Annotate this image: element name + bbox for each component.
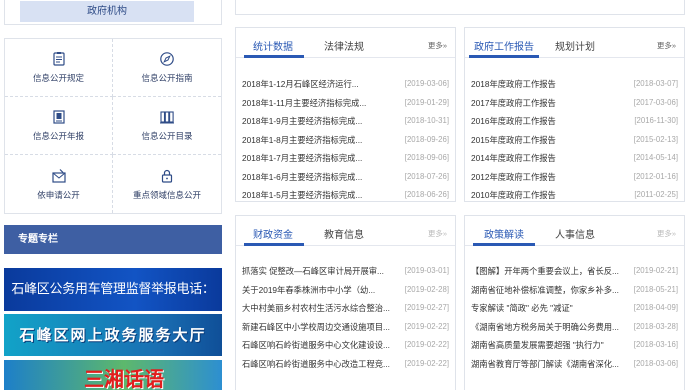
grid-item-label: 信息公开年报 [32, 131, 84, 141]
grid-item-label: 依申请公开 [37, 189, 80, 200]
compass-icon [160, 52, 174, 66]
list-item[interactable]: 2012年度政府工作报告 [2012-01-16] [471, 168, 678, 187]
grid-item-label: 信息公开目录 [141, 131, 193, 141]
lock-icon [161, 169, 173, 183]
list-item[interactable]: 关于2019年春季株洲市中小学（幼... [2019-02-28] [242, 281, 449, 300]
panel-tabs: 政策解读 人事信息 更多» [465, 216, 684, 246]
grid-item-catalog[interactable]: 信息公开目录 [113, 97, 221, 155]
list-item[interactable]: 石峰区响石岭街道服务中心改造工程竞... [2019-02-22] [242, 355, 449, 374]
gov-org-box: 政府机构 [4, 0, 222, 25]
report-icon [52, 110, 65, 124]
list-item[interactable]: 2016年度政府工作报告 [2016-11-30] [471, 112, 678, 131]
tab-statistics[interactable]: 统计数据 [253, 38, 293, 53]
active-tab-indicator [244, 243, 304, 246]
more-link[interactable]: 更多» [428, 40, 447, 51]
panel-tabs: 统计数据 法律法规 更多» [236, 28, 455, 58]
grid-item-label: 信息公开指南 [141, 73, 193, 83]
grid-item-regulations[interactable]: 信息公开规定 [5, 39, 113, 97]
banner-online-service-hall[interactable]: 石峰区网上政务服务大厅 [4, 314, 222, 356]
panel-finance: 财政资金 教育信息 更多» 抓落实 促整改—石峰区审计局开展审... [2019-… [235, 215, 456, 390]
document-list-icon [52, 52, 65, 66]
envelope-pen-icon [51, 168, 66, 183]
top-panel-strip [235, 0, 685, 15]
list-item[interactable]: 大中村美丽乡村农村生活污水综合整治... [2019-02-27] [242, 299, 449, 318]
tab-policy[interactable]: 政策解读 [484, 226, 524, 241]
tab-education[interactable]: 教育信息 [324, 226, 364, 241]
list-item[interactable]: 湖南省高质量发展需要超强 "执行力" [2018-03-16] [471, 336, 678, 355]
banner-sanxiang-label: 三湘话语 [84, 367, 164, 390]
banner-car-hotline[interactable]: 石峰区公务用车管理监督举报电话：22629879 [4, 268, 222, 340]
grid-item-annual-report[interactable]: 信息公开年报 [5, 97, 113, 155]
policy-list: 【图解】开年两个重要会议上，省长反... [2019-02-21] 湖南省征地补偿… [471, 262, 678, 373]
more-link[interactable]: 更多» [657, 40, 676, 51]
list-item[interactable]: 【图解】开年两个重要会议上，省长反... [2019-02-21] [471, 262, 678, 281]
statistics-list: 2018年1-12月石峰区经济运行... [2019-03-06] 2018年1-… [242, 75, 449, 205]
list-item[interactable]: 2014年度政府工作报告 [2014-05-14] [471, 149, 678, 168]
list-item[interactable]: 2015年度政府工作报告 [2015-02-13] [471, 131, 678, 150]
list-item[interactable]: 2018年1-9月主要经济指标完成... [2018-10-31] [242, 112, 449, 131]
list-item[interactable]: 石峰区响石岭街道服务中心文化建设设... [2019-02-22] [242, 336, 449, 355]
list-item[interactable]: 湖南省征地补偿标准调整，你家乡补多... [2018-05-21] [471, 281, 678, 300]
list-item[interactable]: 2017年度政府工作报告 [2017-03-06] [471, 94, 678, 113]
panel-tabs: 财政资金 教育信息 更多» [236, 216, 455, 246]
tab-personnel[interactable]: 人事信息 [555, 226, 595, 241]
list-item[interactable]: 2018年1-8月主要经济指标完成... [2018-09-26] [242, 131, 449, 150]
list-item[interactable]: 《湖南省地方税务局关于明确公务费用... [2018-03-28] [471, 318, 678, 337]
active-tab-indicator [244, 55, 304, 58]
list-item[interactable]: 2018年1-6月主要经济指标完成... [2018-07-26] [242, 168, 449, 187]
list-item[interactable]: 2018年1-5月主要经济指标完成... [2018-06-26] [242, 186, 449, 205]
tab-planning[interactable]: 规划计划 [555, 38, 595, 53]
active-tab-indicator [469, 55, 539, 58]
banner-sanxiang[interactable]: 三湘话语 [4, 360, 222, 390]
left-column: 政府机构 信息公开规定 信息公开指南 信息公开年报 信息公开目录 依申请公开 重… [4, 0, 222, 390]
active-tab-indicator [473, 243, 535, 246]
list-item[interactable]: 2018年度政府工作报告 [2018-03-07] [471, 75, 678, 94]
list-item[interactable]: 抓落实 促整改—石峰区审计局开展审... [2019-03-01] [242, 262, 449, 281]
panel-statistics: 统计数据 法律法规 更多» 2018年1-12月石峰区经济运行... [2019-… [235, 27, 456, 202]
grid-item-apply[interactable]: 依申请公开 [5, 155, 113, 213]
more-link[interactable]: 更多» [657, 228, 676, 239]
binders-icon [160, 111, 174, 124]
info-disclosure-grid: 信息公开规定 信息公开指南 信息公开年报 信息公开目录 依申请公开 重点领域信息… [4, 38, 222, 214]
list-item[interactable]: 2018年1-12月石峰区经济运行... [2019-03-06] [242, 75, 449, 94]
tab-finance[interactable]: 财政资金 [253, 226, 293, 241]
grid-item-label: 重点领域信息公开 [132, 189, 201, 200]
list-item[interactable]: 专家解读 "简政" 必先 "减证" [2018-04-09] [471, 299, 678, 318]
tab-laws[interactable]: 法律法规 [324, 38, 364, 53]
list-item[interactable]: 2018年1-7月主要经济指标完成... [2018-09-06] [242, 149, 449, 168]
panel-tabs: 政府工作报告 规划计划 更多» [465, 28, 684, 58]
gov-org-button[interactable]: 政府机构 [20, 1, 194, 22]
grid-item-guide[interactable]: 信息公开指南 [113, 39, 221, 97]
work-report-list: 2018年度政府工作报告 [2018-03-07] 2017年度政府工作报告 [20… [471, 75, 678, 205]
list-item[interactable]: 2018年1-11月主要经济指标完成... [2019-01-29] [242, 94, 449, 113]
panel-policy: 政策解读 人事信息 更多» 【图解】开年两个重要会议上，省长反... [2019-… [464, 215, 685, 390]
grid-item-key-areas[interactable]: 重点领域信息公开 [113, 155, 221, 213]
list-item[interactable]: 湖南省教育厅等部门解读《湖南省深化... [2018-03-06] [471, 355, 678, 374]
panel-work-report: 政府工作报告 规划计划 更多» 2018年度政府工作报告 [2018-03-07]… [464, 27, 685, 202]
topic-section-header: 专题专栏 [4, 225, 222, 254]
list-item[interactable]: 2010年度政府工作报告 [2011-02-25] [471, 186, 678, 205]
tab-work-report[interactable]: 政府工作报告 [474, 38, 534, 53]
list-item[interactable]: 新建石峰区中小学校周边交通设施项目... [2019-02-22] [242, 318, 449, 337]
grid-item-label: 信息公开规定 [32, 73, 84, 83]
more-link[interactable]: 更多» [428, 228, 447, 239]
finance-list: 抓落实 促整改—石峰区审计局开展审... [2019-03-01] 关于2019年… [242, 262, 449, 373]
